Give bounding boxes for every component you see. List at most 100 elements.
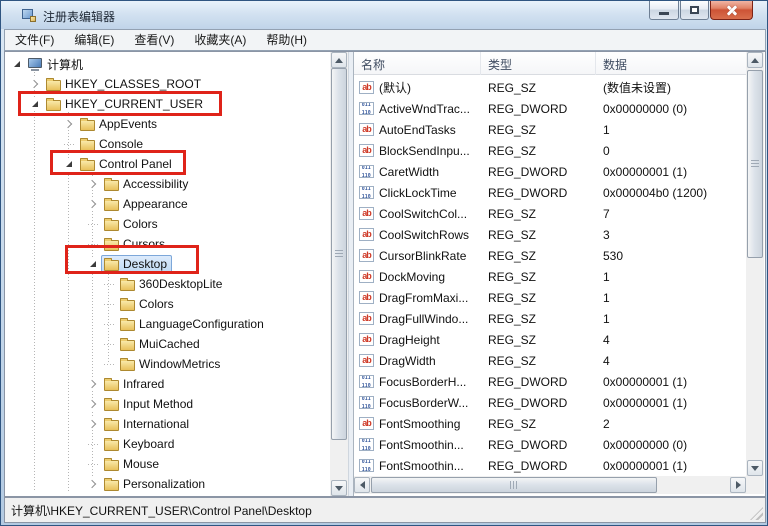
menu-favorites[interactable]: 收藏夹(A) bbox=[184, 30, 256, 50]
scrollbar-thumb[interactable] bbox=[331, 68, 347, 440]
tree-vertical-scrollbar[interactable] bbox=[330, 52, 348, 496]
expander-expanded-icon[interactable] bbox=[87, 258, 99, 270]
menu-help[interactable]: 帮助(H) bbox=[256, 30, 317, 50]
tree-item-muicached[interactable]: MuiCached bbox=[5, 334, 330, 354]
tree-item-content: Keyboard bbox=[101, 435, 179, 453]
list-horizontal-scrollbar[interactable] bbox=[354, 476, 746, 494]
resize-grip[interactable] bbox=[750, 507, 763, 520]
tree-item-mouse[interactable]: Mouse bbox=[5, 454, 330, 474]
tree-item-colors[interactable]: Colors bbox=[5, 214, 330, 234]
tree-item-appearance[interactable]: Appearance bbox=[5, 194, 330, 214]
tree-item-360desktoplite[interactable]: 360DesktopLite bbox=[5, 274, 330, 294]
value-type: REG_DWORD bbox=[488, 395, 568, 410]
reg-sz-icon: ab bbox=[359, 312, 374, 325]
tree-item-content: Input Method bbox=[101, 395, 198, 413]
tree-item-label: International bbox=[123, 417, 190, 431]
value-row-dragwidth[interactable]: ab DragWidth REG_SZ 4 bbox=[354, 350, 746, 371]
menu-edit[interactable]: 编辑(E) bbox=[64, 30, 124, 50]
tree-item-content: AppEvents bbox=[77, 115, 162, 133]
tree-item-personalization[interactable]: Personalization bbox=[5, 474, 330, 494]
tree-item-colors[interactable]: Colors bbox=[5, 294, 330, 314]
tree-item-appevents[interactable]: AppEvents bbox=[5, 114, 330, 134]
scroll-right-button[interactable] bbox=[730, 477, 746, 493]
value-row-coolswitchcol[interactable]: ab CoolSwitchCol... REG_SZ 7 bbox=[354, 203, 746, 224]
value-row-focusborderw[interactable]: 011 110 FocusBorderW... REG_DWORD 0x00000001… bbox=[354, 392, 746, 413]
value-row-dragfullwindo[interactable]: ab DragFullWindo... REG_SZ 1 bbox=[354, 308, 746, 329]
tree-item-keyboard[interactable]: Keyboard bbox=[5, 434, 330, 454]
value-row-fontsmoothin[interactable]: 011 110 FontSmoothin... REG_DWORD 0x00000001… bbox=[354, 455, 746, 476]
value-row-dockmoving[interactable]: ab DockMoving REG_SZ 1 bbox=[354, 266, 746, 287]
expander-expanded-icon[interactable] bbox=[29, 98, 41, 110]
value-row-activewndtrac[interactable]: 011 110 ActiveWndTrac... REG_DWORD 0x0000000… bbox=[354, 98, 746, 119]
tree-item-accessibility[interactable]: Accessibility bbox=[5, 174, 330, 194]
tree-item-desktop[interactable]: Desktop bbox=[5, 254, 330, 274]
tree-item-infrared[interactable]: Infrared bbox=[5, 374, 330, 394]
scroll-up-button[interactable] bbox=[747, 52, 763, 68]
expander-collapsed-icon[interactable] bbox=[87, 418, 99, 430]
tree-item-content: Colors bbox=[117, 295, 179, 313]
value-row-dragheight[interactable]: ab DragHeight REG_SZ 4 bbox=[354, 329, 746, 350]
menu-file[interactable]: 文件(F) bbox=[5, 30, 64, 50]
minimize-button[interactable] bbox=[649, 1, 679, 20]
maximize-button[interactable] bbox=[680, 1, 709, 20]
value-type: REG_SZ bbox=[488, 80, 537, 95]
menu-bar: 文件(F) 编辑(E) 查看(V) 收藏夹(A) 帮助(H) bbox=[4, 29, 766, 51]
value-row-fontsmoothin[interactable]: 011 110 FontSmoothin... REG_DWORD 0x00000000… bbox=[354, 434, 746, 455]
value-row-coolswitchrows[interactable]: ab CoolSwitchRows REG_SZ 3 bbox=[354, 224, 746, 245]
value-data: 7 bbox=[603, 206, 610, 221]
tree-item-label: Accessibility bbox=[123, 177, 189, 191]
column-header-type[interactable]: 类型 bbox=[481, 52, 596, 75]
tree-item-cursors[interactable]: Cursors bbox=[5, 234, 330, 254]
expander-collapsed-icon[interactable] bbox=[29, 78, 41, 90]
tree-item-label: Colors bbox=[139, 297, 174, 311]
tree-item-content: HKEY_CLASSES_ROOT bbox=[43, 75, 206, 93]
status-path: 计算机\HKEY_CURRENT_USER\Control Panel\Desk… bbox=[11, 504, 312, 518]
expander-expanded-icon[interactable] bbox=[63, 158, 75, 170]
value-row-focusborderh[interactable]: 011 110 FocusBorderH... REG_DWORD 0x00000001… bbox=[354, 371, 746, 392]
reg-dword-icon: 011 110 bbox=[359, 396, 374, 409]
expander-collapsed-icon[interactable] bbox=[63, 118, 75, 130]
expander-expanded-icon[interactable] bbox=[11, 58, 23, 70]
expander-collapsed-icon[interactable] bbox=[87, 398, 99, 410]
column-header-data[interactable]: 数据 bbox=[596, 52, 746, 75]
arrow-right-icon bbox=[735, 481, 741, 489]
scroll-down-button[interactable] bbox=[331, 480, 347, 496]
tree-item-console[interactable]: Console bbox=[5, 134, 330, 154]
scrollbar-thumb[interactable] bbox=[371, 477, 657, 493]
folder-icon bbox=[80, 137, 95, 151]
value-row-item-0[interactable]: ab (默认) REG_SZ (数值未设置) bbox=[354, 77, 746, 98]
tree-item-languageconfiguration[interactable]: LanguageConfiguration bbox=[5, 314, 330, 334]
scroll-up-button[interactable] bbox=[331, 52, 347, 68]
expander-collapsed-icon[interactable] bbox=[87, 178, 99, 190]
value-row-cursorblinkrate[interactable]: ab CursorBlinkRate REG_SZ 530 bbox=[354, 245, 746, 266]
tree-item-windowmetrics[interactable]: WindowMetrics bbox=[5, 354, 330, 374]
tree-item-item-0[interactable]: 计算机 bbox=[5, 54, 330, 74]
tree-item-hkey-current-user[interactable]: HKEY_CURRENT_USER bbox=[5, 94, 330, 114]
expander-collapsed-icon[interactable] bbox=[87, 198, 99, 210]
value-type: REG_SZ bbox=[488, 311, 537, 326]
list-vertical-scrollbar[interactable] bbox=[746, 52, 764, 476]
tree-item-hkey-classes-root[interactable]: HKEY_CLASSES_ROOT bbox=[5, 74, 330, 94]
expander-collapsed-icon[interactable] bbox=[87, 478, 99, 490]
folder-icon bbox=[120, 297, 135, 311]
value-row-blocksendinpu[interactable]: ab BlockSendInpu... REG_SZ 0 bbox=[354, 140, 746, 161]
value-row-autoendtasks[interactable]: ab AutoEndTasks REG_SZ 1 bbox=[354, 119, 746, 140]
value-row-caretwidth[interactable]: 011 110 CaretWidth REG_DWORD 0x00000001 (1) bbox=[354, 161, 746, 182]
close-button[interactable] bbox=[710, 1, 753, 20]
tree-item-input-method[interactable]: Input Method bbox=[5, 394, 330, 414]
menu-view[interactable]: 查看(V) bbox=[124, 30, 184, 50]
scroll-left-button[interactable] bbox=[354, 477, 370, 493]
value-row-clicklocktime[interactable]: 011 110 ClickLockTime REG_DWORD 0x000004b0 (… bbox=[354, 182, 746, 203]
column-header-name[interactable]: 名称 bbox=[354, 52, 481, 75]
tree-leader-dots bbox=[87, 458, 99, 470]
tree-item-content: Accessibility bbox=[101, 175, 193, 193]
tree-item-control-panel[interactable]: Control Panel bbox=[5, 154, 330, 174]
scroll-down-button[interactable] bbox=[747, 460, 763, 476]
tree-item-international[interactable]: International bbox=[5, 414, 330, 434]
value-row-dragfrommaxi[interactable]: ab DragFromMaxi... REG_SZ 1 bbox=[354, 287, 746, 308]
expander-collapsed-icon[interactable] bbox=[87, 378, 99, 390]
value-row-fontsmoothing[interactable]: ab FontSmoothing REG_SZ 2 bbox=[354, 413, 746, 434]
scrollbar-thumb[interactable] bbox=[747, 70, 763, 258]
value-data: 0x00000001 (1) bbox=[603, 395, 688, 410]
title-bar[interactable]: 注册表编辑器 bbox=[1, 1, 767, 29]
